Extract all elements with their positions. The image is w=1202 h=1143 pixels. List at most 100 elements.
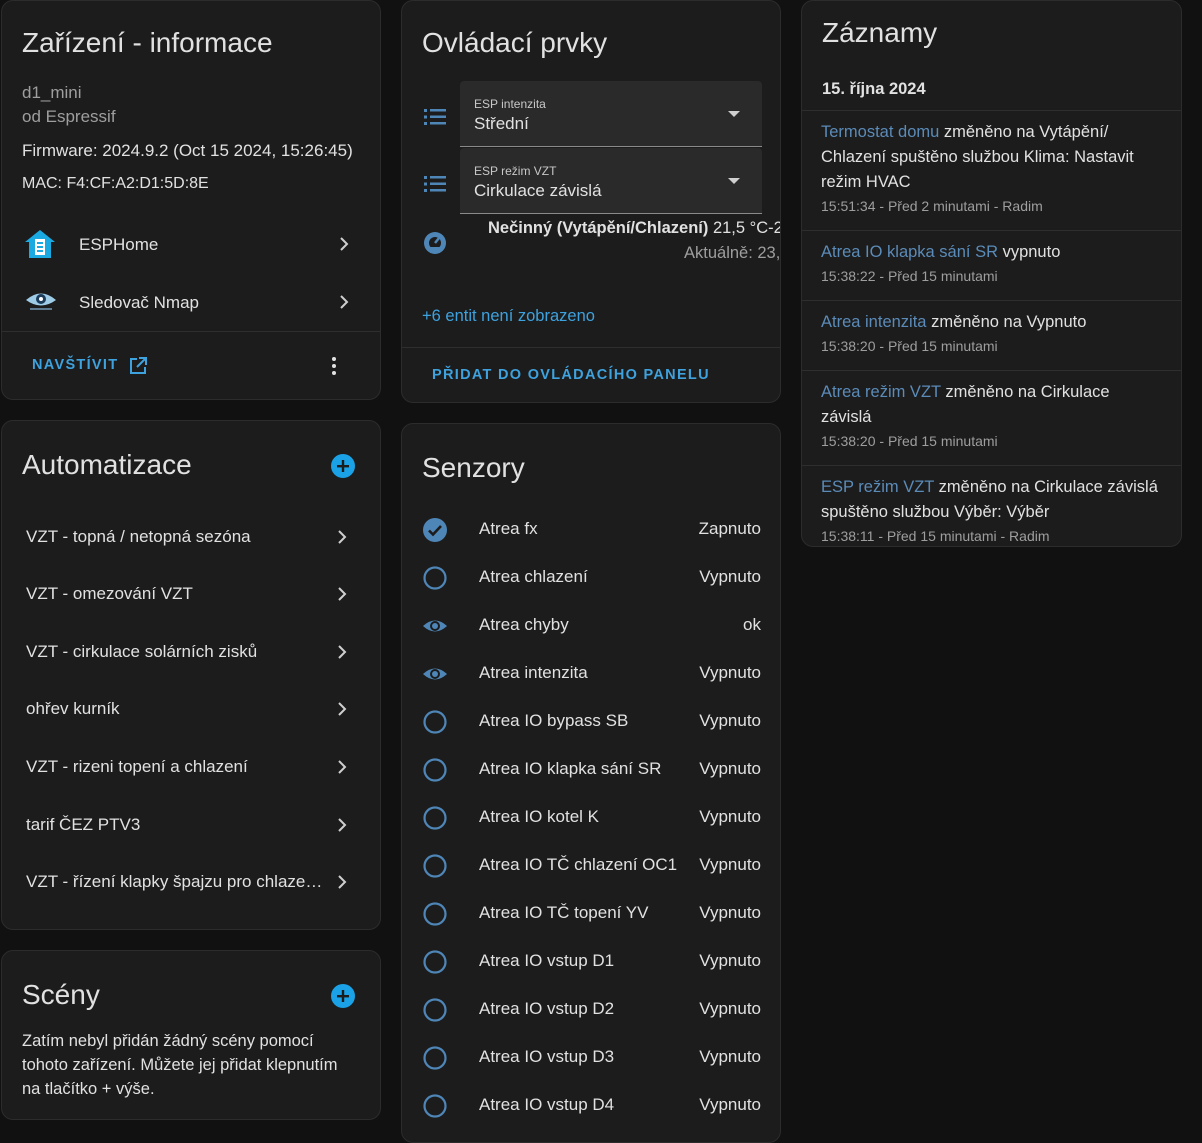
sensor-name: Atrea IO bypass SB [479, 711, 629, 730]
circle-outline-icon [422, 853, 448, 879]
esp-rezim-vzt-select[interactable]: ESP režim VZT Cirkulace závislá [460, 148, 762, 214]
automation-item[interactable]: VZT - cirkulace solárních zisků [2, 624, 380, 680]
sensor-row[interactable]: Atrea fx Zapnuto [402, 506, 780, 554]
sensor-name: Atrea IO vstup D1 [479, 951, 615, 970]
sensor-state: Vypnuto [699, 807, 761, 826]
circle-outline-icon [422, 805, 448, 831]
sensor-row[interactable]: Atrea IO bypass SB Vypnuto [402, 698, 780, 746]
add-to-dashboard-button[interactable]: PŘIDAT DO OVLÁDACÍHO PANELU [432, 367, 710, 383]
eye-icon [422, 661, 448, 687]
sensors-card: Senzory Atrea fx Zapnuto Atrea chlazení … [401, 423, 781, 1143]
circle-outline-icon [422, 949, 448, 975]
sensor-state: Vypnuto [699, 759, 761, 778]
integration-label: Sledovač Nmap [79, 293, 200, 312]
device-info-card: Zařízení - informace d1_mini od Espressi… [1, 0, 381, 400]
chevron-right-icon [330, 525, 354, 549]
visit-label: NAVŠTÍVIT [32, 357, 119, 373]
hidden-entities-link[interactable]: +6 entit není zobrazeno [422, 307, 595, 326]
logbook-divider [802, 110, 1181, 111]
sensor-state: Vypnuto [699, 855, 761, 874]
sensor-row[interactable]: Atrea intenzita Vypnuto [402, 650, 780, 698]
sensor-row[interactable]: Atrea chlazení Vypnuto [402, 554, 780, 602]
chevron-right-icon [332, 232, 356, 256]
sensor-state: ok [743, 615, 761, 634]
circle-outline-icon [422, 565, 448, 591]
automation-label: VZT - cirkulace solárních zisků [26, 642, 258, 661]
card-title: Senzory [422, 452, 525, 483]
logbook-divider [802, 370, 1181, 371]
logbook-entity-link[interactable]: ESP režim VZT [821, 478, 934, 496]
logbook-time: 15:38:20 - Před 15 minutami [821, 338, 998, 354]
logbook-entity-link[interactable]: Atrea intenzita [821, 313, 926, 331]
automation-label: ohřev kurník [26, 699, 120, 718]
automation-label: VZT - řízení klapky špajzu pro chlazení … [26, 872, 326, 891]
automation-item[interactable]: VZT - topná / netopná sezóna [2, 509, 380, 565]
sensor-row[interactable]: Atrea IO vstup D3 Vypnuto [402, 1034, 780, 1082]
integration-label: ESPHome [79, 235, 159, 254]
add-scene-button[interactable] [330, 983, 356, 1009]
esp-intenzita-select[interactable]: ESP intenzita Střední [460, 81, 762, 147]
controls-card: Ovládací prvky ESP intenzita Střední ESP… [401, 0, 781, 403]
sensor-state: Vypnuto [699, 711, 761, 730]
automation-item[interactable]: VZT - rizeni topení a chlazení [2, 739, 380, 795]
scenes-card: Scény Zatím nebyl přidán žádný scény pom… [1, 950, 381, 1120]
sensor-row[interactable]: Atrea IO TČ chlazení OC1 Vypnuto [402, 842, 780, 890]
logbook-card: Záznamy 15. října 2024 Termostat domu zm… [801, 0, 1182, 547]
automation-label: VZT - omezování VZT [26, 584, 193, 603]
select-value: Cirkulace závislá [474, 181, 602, 200]
logbook-time: 15:38:20 - Před 15 minutami [821, 433, 998, 449]
sensor-row[interactable]: Atrea IO TČ topení YV Vypnuto [402, 890, 780, 938]
logbook-divider [802, 300, 1181, 301]
format-list-icon [422, 171, 448, 197]
card-title: Ovládací prvky [422, 27, 608, 58]
card-title: Zařízení - informace [22, 27, 273, 58]
sensor-state: Vypnuto [699, 951, 761, 970]
sensor-name: Atrea IO klapka sání SR [479, 759, 662, 778]
logbook-entity-link[interactable]: Termostat domu [821, 123, 939, 141]
logbook-entity-link[interactable]: Atrea IO klapka sání SR [821, 243, 998, 261]
sensor-state: Vypnuto [699, 663, 761, 682]
sensor-name: Atrea IO vstup D3 [479, 1047, 615, 1066]
logbook-entry: Atrea intenzita změněno na Vypnuto 15:38… [821, 310, 1163, 356]
sensor-row[interactable]: Atrea IO kotel K Vypnuto [402, 794, 780, 842]
logbook-entity-link[interactable]: Atrea režim VZT [821, 383, 941, 401]
integration-nmap[interactable]: Sledovač Nmap [2, 273, 380, 329]
sensor-name: Atrea chyby [479, 615, 569, 634]
logbook-entry: Atrea režim VZT změněno na Cirkulace záv… [821, 380, 1163, 451]
circle-outline-icon [422, 997, 448, 1023]
sensor-name: Atrea IO kotel K [479, 807, 599, 826]
logbook-entry: ESP režim VZT změněno na Cirkulace závis… [821, 475, 1163, 546]
integration-esphome[interactable]: ESPHome [2, 215, 380, 271]
automation-item[interactable]: tarif ČEZ PTV3 [2, 797, 380, 853]
sensor-state: Vypnuto [699, 903, 761, 922]
sensor-name: Atrea IO vstup D4 [479, 1095, 615, 1114]
chevron-right-icon [330, 640, 354, 664]
sensor-name: Atrea intenzita [479, 663, 588, 682]
chevron-right-icon [330, 870, 354, 894]
sensor-state: Vypnuto [699, 567, 761, 586]
sensor-row[interactable]: Atrea IO vstup D4 Vypnuto [402, 1082, 780, 1130]
sensor-row[interactable]: Atrea IO vstup D2 Vypnuto [402, 986, 780, 1034]
chevron-right-icon [330, 755, 354, 779]
automation-item[interactable]: VZT - omezování VZT [2, 566, 380, 622]
climate-target: 21,5 °C-24 °C [712, 219, 780, 237]
automation-label: VZT - rizeni topení a chlazení [26, 757, 248, 776]
chevron-right-icon [330, 582, 354, 606]
check-circle-icon [422, 517, 448, 543]
sensor-row[interactable]: Atrea chyby ok [402, 602, 780, 650]
add-automation-button[interactable] [330, 453, 356, 479]
open-in-new-icon [129, 357, 147, 375]
circle-outline-icon [422, 901, 448, 927]
automation-item[interactable]: ohřev kurník [2, 681, 380, 737]
chevron-right-icon [330, 697, 354, 721]
more-menu-icon[interactable] [322, 354, 346, 378]
automation-item[interactable]: VZT - řízení klapky špajzu pro chlazení … [2, 854, 380, 910]
select-value: Střední [474, 114, 529, 133]
format-list-icon [422, 104, 448, 130]
climate-entity[interactable]: Nečinný (Vytápění/Chlazení) 21,5 °C-24 °… [460, 213, 780, 273]
card-title: Záznamy [822, 17, 938, 48]
sensor-row[interactable]: Atrea IO vstup D1 Vypnuto [402, 938, 780, 986]
card-divider [2, 331, 380, 332]
sensor-row[interactable]: Atrea IO klapka sání SR Vypnuto [402, 746, 780, 794]
visit-button[interactable]: NAVŠTÍVIT [22, 346, 162, 384]
